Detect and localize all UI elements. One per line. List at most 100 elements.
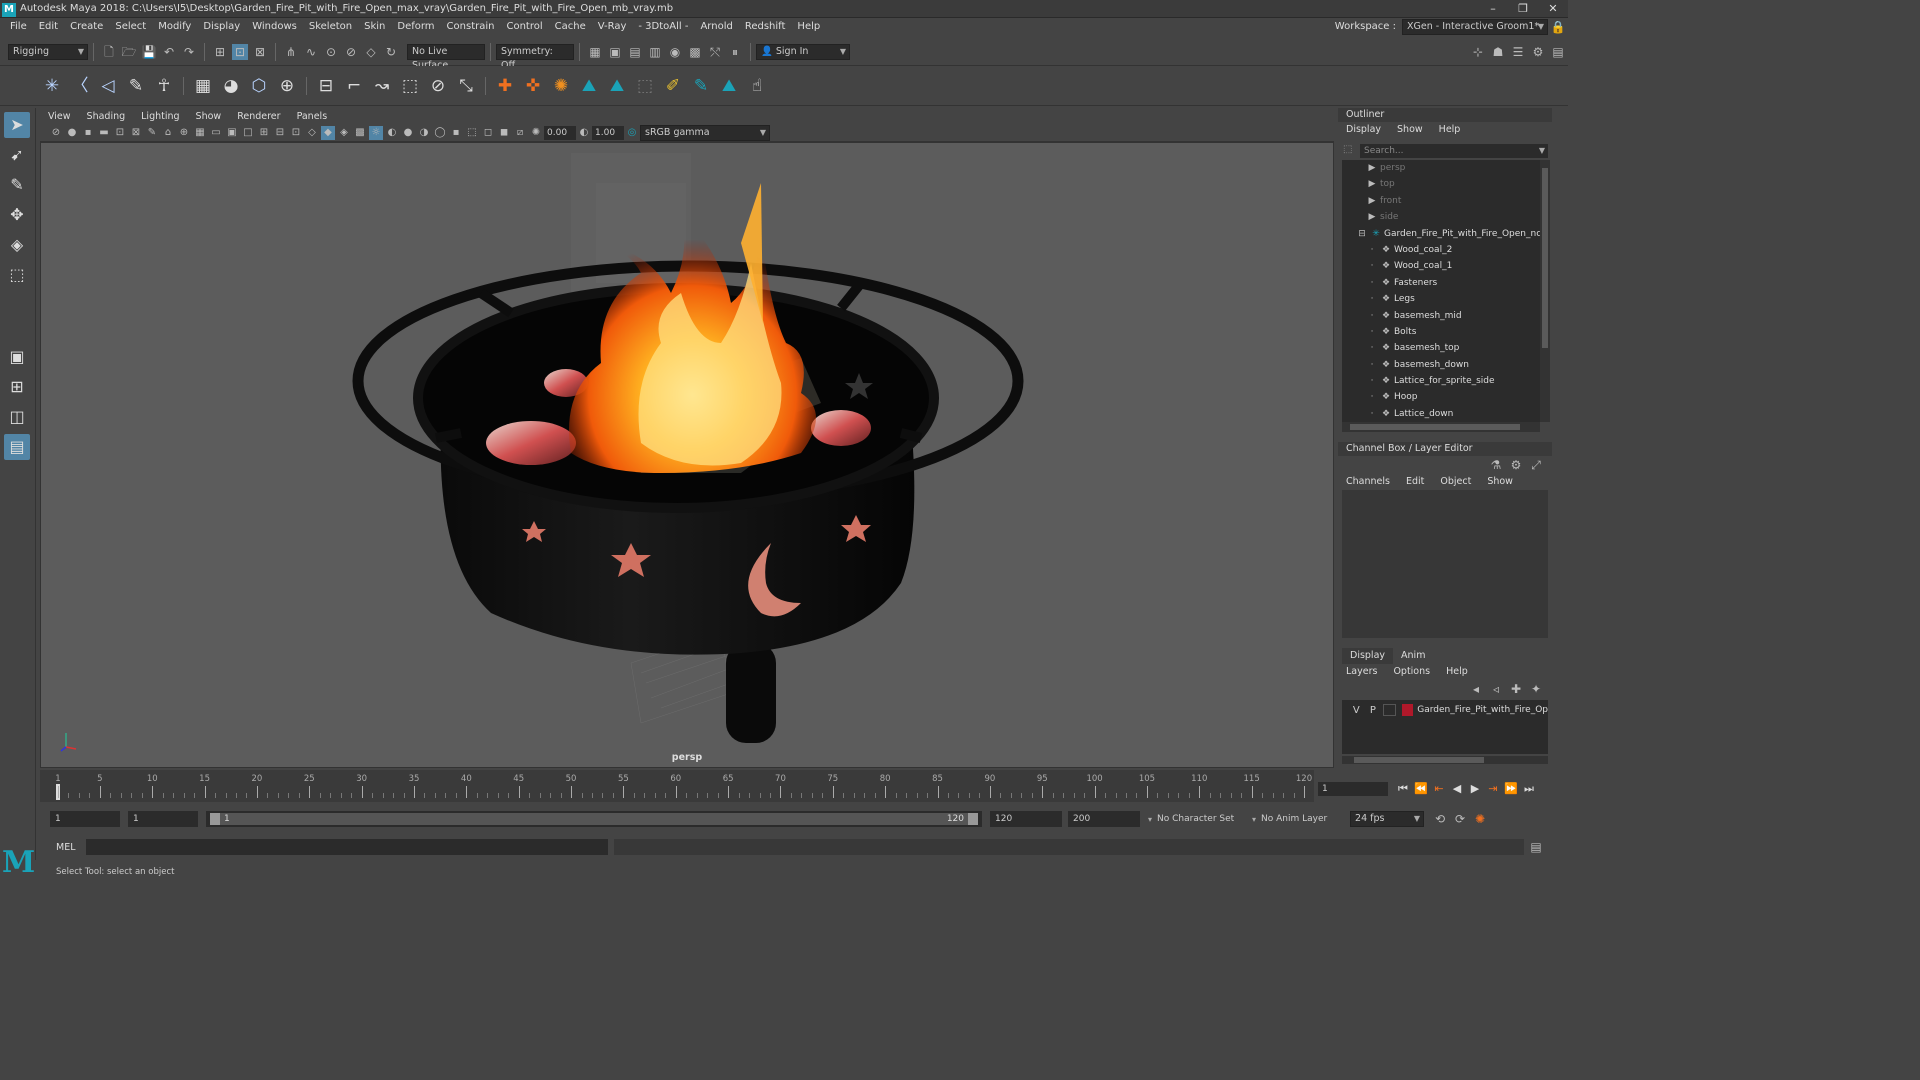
xray-components-icon[interactable]: ⧄ <box>513 126 527 140</box>
outliner-menu-help[interactable]: Help <box>1431 122 1469 138</box>
layer-menu-help[interactable]: Help <box>1438 664 1476 680</box>
outliner-item-child[interactable]: · ❖ Hoop <box>1342 389 1540 405</box>
joint-tool-icon[interactable]: ✳ <box>40 74 64 98</box>
play-backwards-icon[interactable]: ◀ <box>1448 780 1466 798</box>
cluster-handle-icon[interactable]: ✜ <box>521 74 545 98</box>
expand-icon[interactable]: · <box>1366 406 1378 422</box>
play-forwards-icon[interactable]: ▶ <box>1466 780 1484 798</box>
move-tool-icon[interactable]: ✥ <box>4 202 30 228</box>
select-tool-icon[interactable]: ➤ <box>4 112 30 138</box>
shadows-icon[interactable]: ◐ <box>385 126 399 140</box>
menuset-dropdown[interactable]: Rigging ▼ <box>8 43 88 60</box>
new-scene-icon[interactable]: 🗋 <box>101 44 117 60</box>
menu-display[interactable]: Display <box>197 18 246 36</box>
lock-icon[interactable]: 🔒 <box>1550 19 1566 35</box>
outliner-item-child[interactable]: · ❖ Fasteners <box>1342 275 1540 291</box>
sign-in-button[interactable]: 👤 Sign In ▼ <box>756 43 850 60</box>
outliner-item-child[interactable]: · ❖ Wood_coal_2 <box>1342 242 1540 258</box>
menu-redshift[interactable]: Redshift <box>739 18 792 36</box>
outliner-item-child[interactable]: · ❖ Bolts <box>1342 324 1540 340</box>
channel-expand-icon[interactable]: ⤢ <box>1528 457 1544 473</box>
locator-icon[interactable]: ✚ <box>493 74 517 98</box>
menu-skeleton[interactable]: Skeleton <box>303 18 358 36</box>
camera-icon[interactable]: ⌂ <box>161 126 175 140</box>
blend-shape-icon[interactable]: ✐ <box>661 74 685 98</box>
channel-menu-edit[interactable]: Edit <box>1398 474 1432 490</box>
snap-edge-icon[interactable]: ↻ <box>383 44 399 60</box>
attribute-editor-icon[interactable]: ☰ <box>1510 44 1526 60</box>
wireframe-on-shaded-icon[interactable]: ◈ <box>337 126 351 140</box>
layout-icon[interactable]: ▤ <box>4 434 30 460</box>
rotate-tool-icon[interactable]: ◈ <box>4 232 30 258</box>
tab-display[interactable]: Display <box>1342 648 1394 664</box>
film-gate-icon[interactable]: ▭ <box>209 126 223 140</box>
layer-menu-layers[interactable]: Layers <box>1338 664 1385 680</box>
outliner-item-child[interactable]: · ❖ basemesh_top <box>1342 340 1540 356</box>
bookmark-icon[interactable]: ▪ <box>81 126 95 140</box>
depth-of-field-icon[interactable]: ▪ <box>449 126 463 140</box>
move-layer-up-icon[interactable]: ◂ <box>1468 681 1484 697</box>
paint-select-icon[interactable]: ✎ <box>4 172 30 198</box>
current-frame-field[interactable]: 1 <box>1318 782 1388 796</box>
tab-anim[interactable]: Anim <box>1393 648 1433 664</box>
time-slider[interactable]: 1 5 10 15 20 25 30 35 40 45 50 55 60 65 70 75 80 85 90 95 10… <box>40 770 1314 802</box>
channel-box-area[interactable] <box>1342 490 1548 638</box>
layer-row[interactable]: V P Garden_Fire_Pit_with_Fire_Open <box>1342 700 1548 720</box>
smooth-shade-icon[interactable]: ◆ <box>321 125 335 140</box>
range-slider[interactable]: 1 120 <box>206 811 982 827</box>
aim-constraint-icon[interactable]: ⊘ <box>426 74 450 98</box>
skin-bind-icon[interactable]: ⛰ <box>577 74 601 98</box>
scrollbar-thumb[interactable] <box>1354 757 1484 763</box>
persp-outliner-icon[interactable]: ◫ <box>4 404 30 430</box>
isolate-select-icon[interactable]: ⬚ <box>465 126 479 140</box>
workspace-dropdown[interactable]: XGen - Interactive Groom1* ▼ <box>1402 19 1548 35</box>
parent-constraint-icon[interactable]: ⊟ <box>314 74 338 98</box>
lasso-tool-icon[interactable]: ➹ <box>4 142 30 168</box>
point-constraint-icon[interactable]: ⌐ <box>342 74 366 98</box>
select-object-icon[interactable]: ⊡ <box>232 43 248 60</box>
ik-spline-icon[interactable]: ◁ <box>96 74 120 98</box>
layer-menu-options[interactable]: Options <box>1385 664 1438 680</box>
sculpt-icon[interactable]: ⊕ <box>275 74 299 98</box>
expand-icon[interactable]: · <box>1366 324 1378 340</box>
expand-icon[interactable]: · <box>1366 340 1378 356</box>
paint-weights-icon[interactable]: ✎ <box>124 74 148 98</box>
lights-icon[interactable]: ☼ <box>369 125 383 140</box>
safe-action-icon[interactable]: ⊟ <box>273 126 287 140</box>
grid-icon[interactable]: ▦ <box>193 126 207 140</box>
field-chart-icon[interactable]: ⊞ <box>257 126 271 140</box>
pole-vector-icon[interactable]: ⤡ <box>454 74 478 98</box>
step-forward-key-icon[interactable]: ⇥ <box>1484 780 1502 798</box>
camera-select-icon[interactable]: ⊘ <box>49 126 63 140</box>
outliner-item-top[interactable]: ▶ top <box>1342 176 1540 192</box>
scale-tool-icon[interactable]: ⬚ <box>4 262 30 288</box>
playback-end-field[interactable]: 120 <box>990 811 1062 827</box>
placeholder-icon[interactable]: ⬚ <box>633 74 657 98</box>
filter-icon[interactable]: ⬚ <box>1343 144 1357 158</box>
ipr-render-icon[interactable]: ▤ <box>627 44 643 60</box>
panel-menu-shading[interactable]: Shading <box>79 110 134 124</box>
modeling-toolkit-icon[interactable]: ⊹ <box>1470 44 1486 60</box>
step-forward-frame-icon[interactable]: ⏩ <box>1502 780 1520 798</box>
snap-surface-icon[interactable]: ◇ <box>363 44 379 60</box>
restore-button[interactable]: ❐ <box>1508 0 1538 18</box>
snap-grid-icon[interactable]: ⋔ <box>283 44 299 60</box>
scrollbar-thumb[interactable] <box>1350 424 1520 430</box>
single-view-icon[interactable]: ▣ <box>4 344 30 370</box>
panel-menu-view[interactable]: View <box>40 110 79 124</box>
channel-options-icon[interactable]: ⚗ <box>1488 457 1504 473</box>
outliner-item-child[interactable]: · ❖ Lattice_for_sprite_side <box>1342 373 1540 389</box>
render-frame-icon[interactable]: ▣ <box>607 44 623 60</box>
anim-prefs-icon[interactable]: ✺ <box>1472 811 1488 827</box>
step-back-frame-icon[interactable]: ⏪ <box>1412 780 1430 798</box>
select-component-icon[interactable]: ⊠ <box>252 44 268 60</box>
render-settings-icon[interactable]: ▥ <box>647 44 663 60</box>
outliner-item-child[interactable]: · ❖ Lattice_down <box>1342 406 1540 422</box>
symmetry-dropdown[interactable]: Symmetry: Off <box>496 43 574 71</box>
outliner-item-front[interactable]: ▶ front <box>1342 193 1540 209</box>
gate-mask-icon[interactable]: □ <box>241 126 255 140</box>
outliner-item-child[interactable]: · ❖ Wood_coal_1 <box>1342 258 1540 274</box>
layer-type-toggle[interactable] <box>1383 704 1397 716</box>
ik-handle-icon[interactable]: 〈 <box>68 74 92 98</box>
character-icon[interactable]: ✺ <box>549 74 573 98</box>
